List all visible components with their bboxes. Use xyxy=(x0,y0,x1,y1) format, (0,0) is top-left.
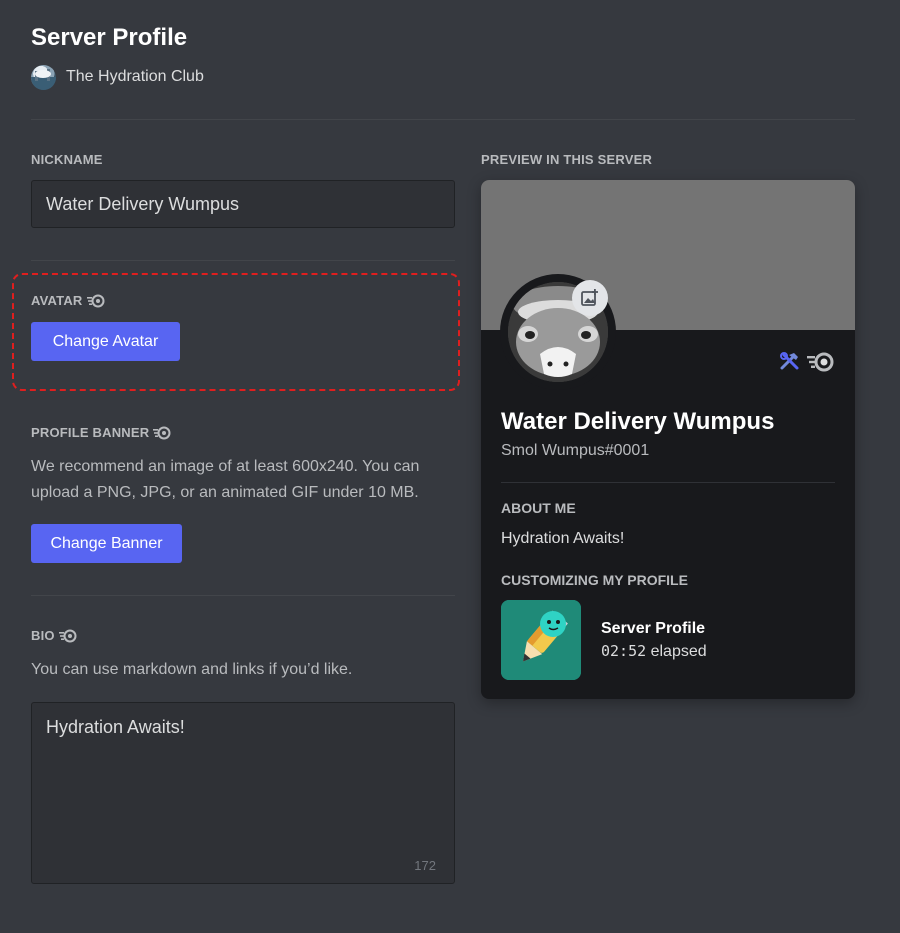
nickname-value: Water Delivery Wumpus xyxy=(46,193,240,214)
avatar-label-text: AVATAR xyxy=(31,293,83,308)
activity-pencil-icon xyxy=(501,600,581,680)
preview-divider xyxy=(501,482,835,483)
nitro-icon xyxy=(86,294,105,307)
activity-timer: 02:52 xyxy=(601,642,647,660)
avatar-label: AVATAR xyxy=(31,293,105,308)
bio-char-count: 172 xyxy=(414,858,436,873)
profile-badges xyxy=(779,351,835,373)
nickname-label-text: NICKNAME xyxy=(31,152,103,167)
change-avatar-button[interactable]: Change Avatar xyxy=(31,322,180,361)
about-me-text: Hydration Awaits! xyxy=(501,530,625,547)
profile-banner-help: We recommend an image of at least 600x24… xyxy=(31,454,419,506)
server-info: The Hydration Club xyxy=(31,64,204,90)
nickname-label: NICKNAME xyxy=(31,152,103,167)
nitro-icon xyxy=(58,629,77,642)
change-banner-button[interactable]: Change Banner xyxy=(31,524,182,563)
activity-heading: CUSTOMIZING MY PROFILE xyxy=(501,572,688,588)
server-icon xyxy=(31,64,56,90)
nitro-icon xyxy=(153,426,171,439)
profile-banner-help-line1: We recommend an image of at least 600x24… xyxy=(31,458,420,475)
preview-display-name: Water Delivery Wumpus xyxy=(501,408,775,435)
profile-banner-help-line2: upload a PNG, JPG, or an animated GIF un… xyxy=(31,484,419,501)
add-image-icon[interactable] xyxy=(572,280,608,316)
banner-divider xyxy=(31,595,455,596)
bio-label: BIO xyxy=(31,628,77,643)
header-divider xyxy=(31,119,855,120)
nickname-divider xyxy=(31,260,455,261)
nickname-input[interactable]: Water Delivery Wumpus xyxy=(31,180,455,228)
nitro-badge-icon[interactable] xyxy=(807,352,835,372)
activity-elapsed-suffix: elapsed xyxy=(646,643,707,660)
activity-name: Server Profile xyxy=(601,620,706,637)
profile-banner-label: PROFILE BANNER xyxy=(31,425,171,440)
bio-help: You can use markdown and links if you’d … xyxy=(31,661,353,678)
preview-user-tag: Smol Wumpus#0001 xyxy=(501,442,650,459)
bio-label-text: BIO xyxy=(31,628,55,643)
bio-value: Hydration Awaits! xyxy=(46,717,185,737)
change-banner-button-label: Change Banner xyxy=(50,534,163,552)
preview-label-text: PREVIEW IN THIS SERVER xyxy=(481,152,653,167)
change-avatar-button-label: Change Avatar xyxy=(52,332,159,350)
preview-label: PREVIEW IN THIS SERVER xyxy=(481,152,652,167)
about-me-heading: ABOUT ME xyxy=(501,500,576,516)
bio-textarea[interactable]: Hydration Awaits! 172 xyxy=(31,702,455,884)
hammer-wrench-badge-icon[interactable] xyxy=(779,351,801,373)
profile-preview-card: Water Delivery Wumpus Smol Wumpus#0001 A… xyxy=(481,180,855,699)
page-title: Server Profile xyxy=(31,24,188,51)
activity-elapsed: 02:52 elapsed xyxy=(601,642,707,661)
server-name: The Hydration Club xyxy=(66,68,204,85)
profile-banner-label-text: PROFILE BANNER xyxy=(31,425,150,440)
